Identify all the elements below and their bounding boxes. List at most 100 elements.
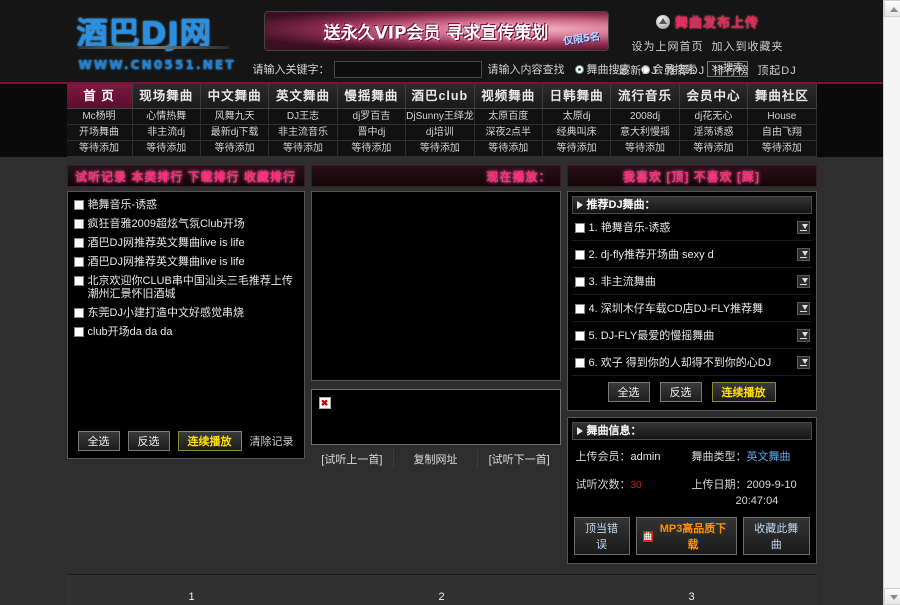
upload-link-row[interactable]: 舞曲发布上传 <box>603 12 813 31</box>
download-icon[interactable] <box>796 220 810 234</box>
subnav-placeholder[interactable]: 等待添加 <box>132 141 201 157</box>
subnav-link[interactable]: 晋中dj <box>337 125 407 141</box>
nav-item-english[interactable]: 英文舞曲 <box>269 84 338 108</box>
download-icon[interactable] <box>796 301 810 315</box>
subnav-placeholder[interactable]: 等待添加 <box>337 141 407 157</box>
search-input[interactable] <box>333 60 482 78</box>
checkbox-icon[interactable] <box>574 222 585 233</box>
subnav-link[interactable]: 太原dj <box>542 109 612 125</box>
page-link-1[interactable]: 1 <box>67 591 317 603</box>
nav-item-home[interactable]: 首 页 <box>66 84 133 108</box>
left-panel-tabs[interactable]: 试听记录 本类排行 下载排行 收藏排行 <box>66 165 305 187</box>
promo-banner[interactable]: 送永久VIP会员 寻求宣传策划 仅限5名 <box>263 11 609 51</box>
subnav-link[interactable]: 太原百度 <box>474 109 543 125</box>
copy-url-button[interactable]: 复制网址 <box>394 449 478 469</box>
newest-dj-link[interactable]: 最新DJ <box>618 65 657 77</box>
nav-item-korean[interactable]: 日韩舞曲 <box>542 84 612 108</box>
list-item[interactable]: 酒巴DJ网推荐英文舞曲live is life <box>73 237 298 250</box>
recommend-dj-link[interactable]: 推荐DJ <box>666 65 705 77</box>
checkbox-icon[interactable] <box>73 257 84 267</box>
subnav-placeholder[interactable]: 等待添加 <box>474 141 543 157</box>
checkbox-icon[interactable] <box>574 303 585 314</box>
checkbox-icon[interactable] <box>73 219 84 229</box>
select-all-button[interactable]: 全选 <box>607 382 650 402</box>
list-item[interactable]: 艳舞音乐-诱惑 <box>73 199 298 212</box>
subnav-link[interactable]: 经典叫床 <box>542 125 612 141</box>
ad-slot[interactable]: ✖ <box>310 389 561 445</box>
subnav-placeholder[interactable]: 等待添加 <box>406 141 475 157</box>
scroll-down-arrow-icon[interactable] <box>884 588 900 605</box>
subnav-link[interactable]: dj罗百吉 <box>337 109 407 125</box>
nav-item-chinese[interactable]: 中文舞曲 <box>200 84 270 108</box>
recommended-item[interactable]: 1. 艳舞音乐-诱惑 <box>571 214 812 241</box>
subnav-link[interactable]: 非主流dj <box>132 125 201 141</box>
continuous-play-button[interactable]: 连续播放 <box>177 431 242 451</box>
like-dislike-title[interactable]: 我喜欢 [顶] 不喜欢 [踩] <box>566 165 817 187</box>
next-track-button[interactable]: [试听下一首] <box>478 449 561 469</box>
add-favorite-link[interactable]: 加入到收藏夹 <box>712 41 784 53</box>
list-item[interactable]: club开场da da da <box>73 326 298 339</box>
ranking-link[interactable]: 排行榜 <box>713 65 749 77</box>
subnav-link[interactable]: DjSunny王绎龙 <box>406 109 475 125</box>
subnav-placeholder[interactable]: 等待添加 <box>269 141 338 157</box>
subnav-link[interactable]: 淫荡诱惑 <box>679 125 749 141</box>
subnav-placeholder[interactable]: 等待添加 <box>200 141 270 157</box>
nav-item-pop[interactable]: 流行音乐 <box>611 84 680 108</box>
recommended-item[interactable]: 5. DJ-FLY最爱的慢摇舞曲 <box>571 322 812 349</box>
select-all-button[interactable]: 全选 <box>77 431 120 451</box>
subnav-link[interactable]: DJ王志 <box>269 109 338 125</box>
report-error-button[interactable]: 顶当错误 <box>573 517 630 555</box>
nav-item-live[interactable]: 现场舞曲 <box>132 84 201 108</box>
download-icon[interactable] <box>796 247 810 261</box>
subnav-link[interactable]: House <box>748 109 817 125</box>
subnav-link[interactable]: 心情热舞 <box>132 109 201 125</box>
subnav-link[interactable]: dj花无心 <box>679 109 749 125</box>
nav-item-community[interactable]: 舞曲社区 <box>748 84 817 108</box>
list-item[interactable]: 酒巴DJ网推荐英文舞曲live is life <box>73 256 298 269</box>
subnav-link[interactable]: 非主流音乐 <box>269 125 338 141</box>
checkbox-icon[interactable] <box>574 330 585 341</box>
recommended-item[interactable]: 3. 非主流舞曲 <box>571 268 812 295</box>
continuous-play-button[interactable]: 连续播放 <box>711 382 776 402</box>
download-icon[interactable] <box>796 274 810 288</box>
page-link-3[interactable]: 3 <box>567 591 817 603</box>
subnav-link[interactable]: 开场舞曲 <box>66 125 133 141</box>
checkbox-icon[interactable] <box>73 200 84 210</box>
subnav-link[interactable]: 风舞九天 <box>200 109 270 125</box>
checkbox-icon[interactable] <box>574 276 585 287</box>
subnav-link[interactable]: dj培训 <box>406 125 475 141</box>
top-dj-link[interactable]: 顶起DJ <box>757 65 796 77</box>
recommended-item[interactable]: 6. 欢子 得到你的人却得不到你的心DJ <box>571 349 812 376</box>
nav-item-video[interactable]: 视频舞曲 <box>474 84 543 108</box>
subnav-link[interactable]: 意大利慢摇 <box>611 125 680 141</box>
recommended-item[interactable]: 4. 深圳木仔车载CD店DJ-FLY推荐舞 <box>571 295 812 322</box>
nav-item-member[interactable]: 会员中心 <box>679 84 749 108</box>
checkbox-icon[interactable] <box>574 249 585 260</box>
favorite-song-button[interactable]: 收藏此舞曲 <box>743 517 810 555</box>
subnav-link[interactable]: 2008dj <box>611 109 680 125</box>
set-homepage-link[interactable]: 设为上网首页 <box>631 41 703 53</box>
nav-item-slowrock[interactable]: 慢摇舞曲 <box>337 84 407 108</box>
subnav-placeholder[interactable]: 等待添加 <box>748 141 817 157</box>
checkbox-icon[interactable] <box>574 357 585 368</box>
mp3-download-button[interactable]: 曲 MP3高品质下载 <box>635 517 737 555</box>
nav-item-club[interactable]: 酒巴club <box>406 84 475 108</box>
checkbox-icon[interactable] <box>73 327 84 337</box>
prev-track-button[interactable]: [试听上一首] <box>311 449 395 469</box>
subnav-placeholder[interactable]: 等待添加 <box>66 141 133 157</box>
subnav-link[interactable]: Mc杨明 <box>66 109 133 125</box>
checkbox-icon[interactable] <box>73 238 84 248</box>
browser-scrollbar[interactable] <box>883 0 900 605</box>
download-icon[interactable] <box>796 355 810 369</box>
checkbox-icon[interactable] <box>73 308 84 318</box>
list-item[interactable]: 东莞DJ小建打造中文好感觉串烧 <box>73 307 298 320</box>
checkbox-icon[interactable] <box>73 276 84 286</box>
download-icon[interactable] <box>796 328 810 342</box>
subnav-link[interactable]: 深夜2点半 <box>474 125 543 141</box>
invert-selection-button[interactable]: 反选 <box>659 382 702 402</box>
subnav-placeholder[interactable]: 等待添加 <box>542 141 612 157</box>
page-link-2[interactable]: 2 <box>317 591 567 603</box>
type-value[interactable]: 英文舞曲 <box>747 451 791 463</box>
subnav-link[interactable]: 最新dj下载 <box>200 125 270 141</box>
subnav-link[interactable]: 自由飞翔 <box>748 125 817 141</box>
